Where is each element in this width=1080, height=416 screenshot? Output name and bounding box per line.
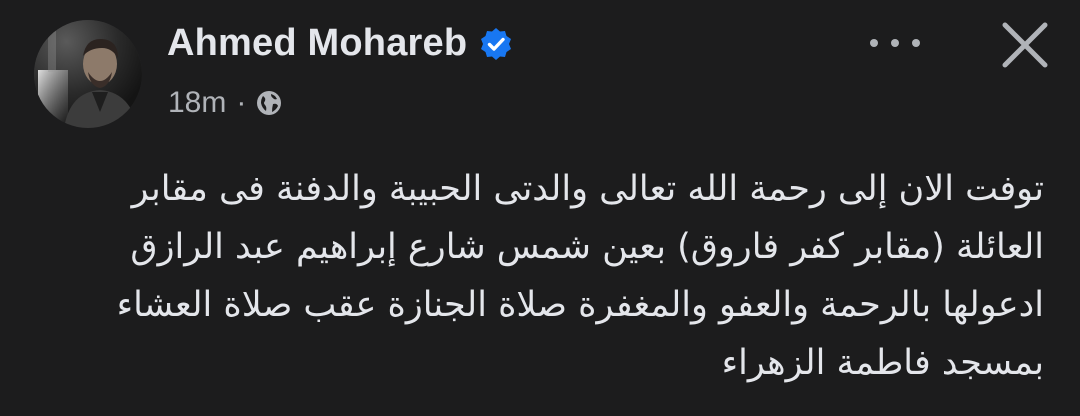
globe-icon[interactable]: [256, 90, 282, 116]
post-timestamp[interactable]: 18m: [168, 86, 226, 120]
post-meta: 18m ·: [168, 86, 282, 120]
post-text: توفت الان إلى رحمة الله تعالى والدتى الح…: [54, 160, 1044, 392]
more-options-dot: [891, 39, 899, 47]
author-avatar[interactable]: [34, 20, 142, 128]
verified-badge-icon: [481, 27, 512, 60]
post-text-line: العائلة (مقابر كفر فاروق) بعين شمس شارع …: [130, 227, 1044, 267]
more-options-dot: [912, 39, 920, 47]
close-icon[interactable]: [998, 18, 1052, 72]
post-text-line: بمسجد فاطمة الزهراء: [721, 343, 1044, 383]
avatar-image: [34, 20, 142, 128]
post-header: Ahmed Mohareb: [167, 22, 513, 65]
meta-separator: ·: [236, 86, 247, 119]
more-options-dot: [870, 39, 878, 47]
post-text-line: توفت الان إلى رحمة الله تعالى والدتى الح…: [131, 169, 1044, 209]
post-card: Ahmed Mohareb 18m · توفت الان إلى رحمة ا…: [0, 0, 1080, 416]
author-name[interactable]: Ahmed Mohareb: [167, 22, 467, 65]
more-options-button[interactable]: [870, 30, 920, 56]
post-text-line: ادعولها بالرحمة والعفو والمغفرة صلاة الج…: [116, 285, 1044, 325]
